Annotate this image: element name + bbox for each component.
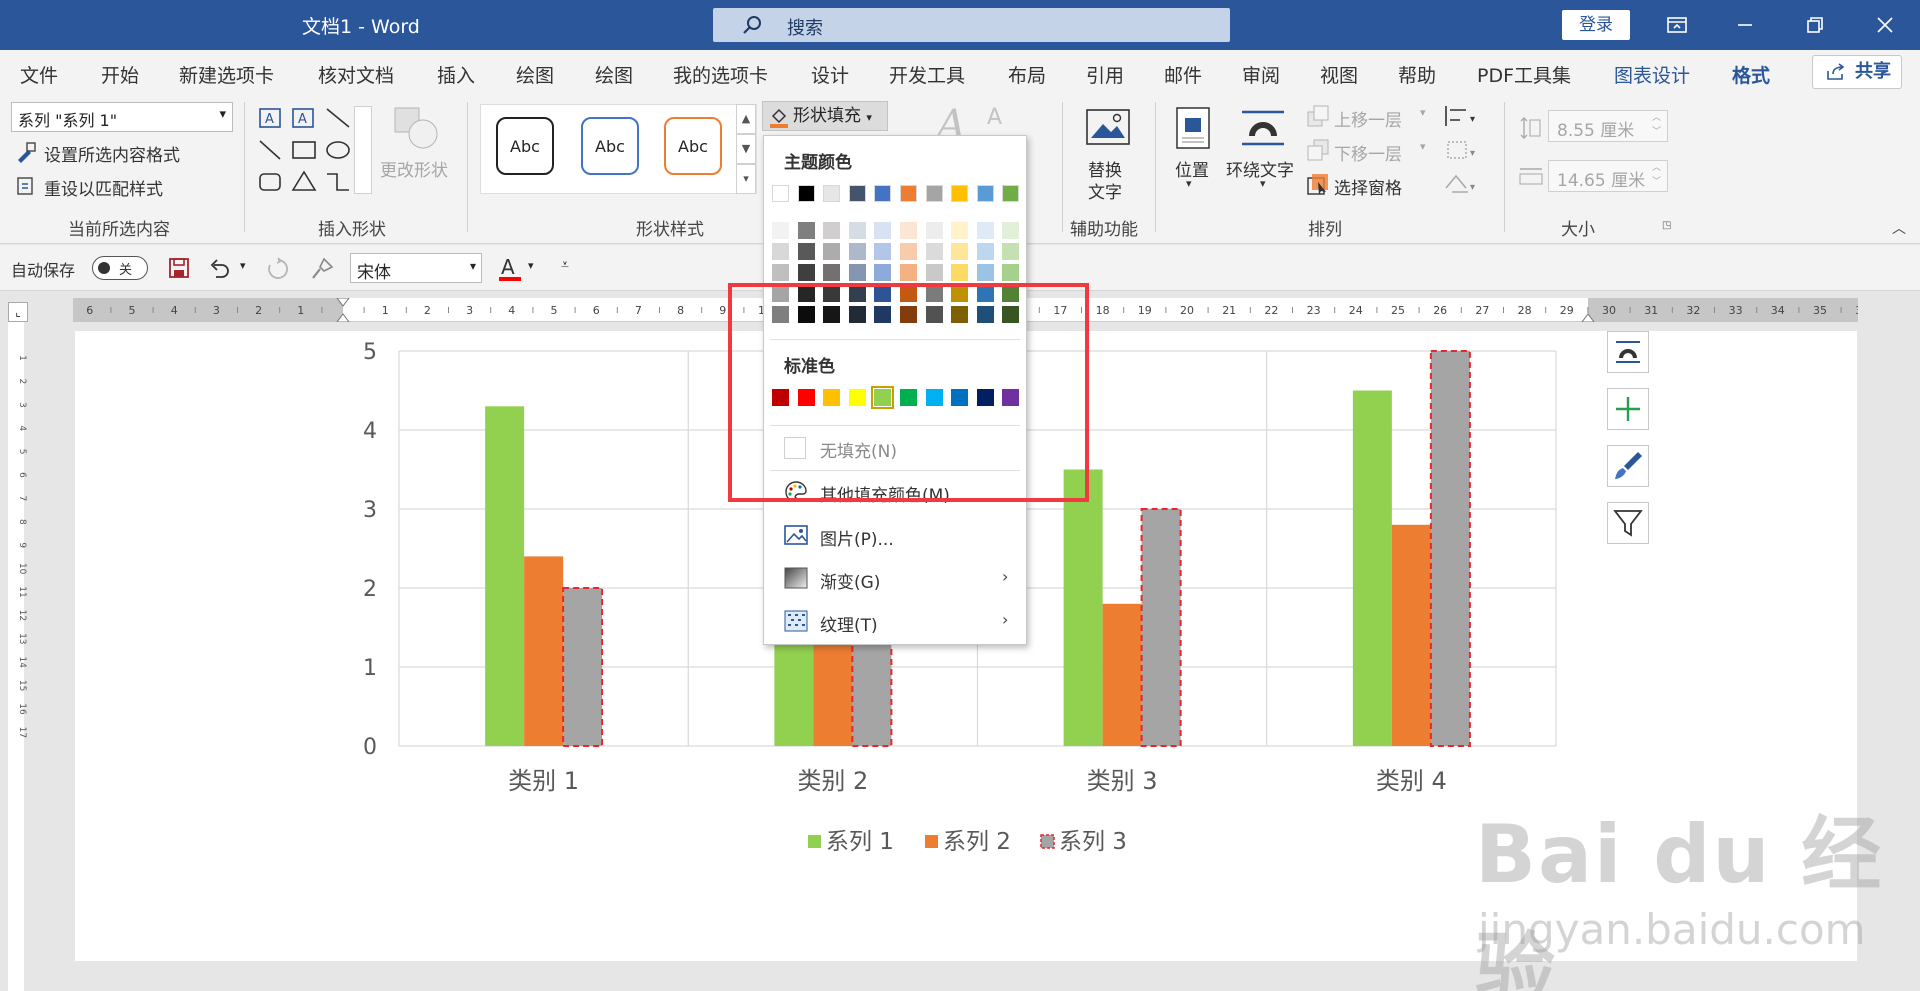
- theme-shade-swatch[interactable]: [951, 243, 969, 260]
- bar-series-1: [1063, 469, 1103, 746]
- theme-color-swatch[interactable]: [1002, 185, 1020, 202]
- theme-shade-swatch[interactable]: [900, 264, 917, 281]
- theme-shade-swatch[interactable]: [772, 264, 789, 281]
- gradient-icon: [784, 567, 808, 589]
- bar-series-3: [1140, 508, 1182, 747]
- annotation-highlight-box: [728, 283, 1089, 502]
- bar-series-3: [1429, 350, 1471, 747]
- y-tick-label: 3: [363, 498, 377, 523]
- theme-shade-swatch[interactable]: [951, 264, 969, 281]
- theme-shade-swatch[interactable]: [976, 264, 994, 281]
- theme-color-swatch[interactable]: [797, 185, 815, 202]
- theme-color-swatch[interactable]: [900, 185, 917, 202]
- theme-shade-swatch[interactable]: [1002, 222, 1020, 239]
- theme-shade-swatch[interactable]: [976, 243, 994, 260]
- texture-menu-item[interactable]: 纹理(T): [820, 611, 878, 636]
- layout-options-button[interactable]: [1607, 331, 1649, 373]
- bar-series-3: [562, 587, 604, 747]
- picture-fill-menu-item[interactable]: 图片(P)...: [820, 525, 894, 550]
- theme-shade-swatch[interactable]: [925, 264, 943, 281]
- theme-shade-swatch[interactable]: [1002, 243, 1020, 260]
- gradient-menu-item[interactable]: 渐变(G): [820, 568, 880, 593]
- theme-shade-swatch[interactable]: [848, 243, 866, 260]
- picture-icon: [784, 525, 808, 545]
- chart-elements-button[interactable]: [1607, 388, 1649, 430]
- chart-filters-button[interactable]: [1607, 502, 1649, 544]
- legend-marker: [1040, 834, 1055, 849]
- watermark-logo: Bai du 经验: [1475, 808, 1884, 991]
- theme-shade-swatch[interactable]: [797, 222, 815, 239]
- texture-icon: [784, 610, 808, 632]
- x-tick-label: 类别 4: [1376, 767, 1447, 795]
- theme-shade-swatch[interactable]: [848, 222, 866, 239]
- x-tick-label: 类别 3: [1087, 767, 1158, 795]
- y-tick-label: 1: [363, 656, 377, 681]
- paintbrush-icon: [1615, 452, 1642, 479]
- theme-color-swatch[interactable]: [772, 185, 789, 202]
- theme-shade-swatch[interactable]: [900, 222, 917, 239]
- theme-shade-swatch[interactable]: [823, 243, 841, 260]
- filter-icon: [1613, 510, 1643, 537]
- theme-shade-swatch[interactable]: [925, 243, 943, 260]
- theme-shade-swatch[interactable]: [797, 264, 815, 281]
- bar-series-2: [524, 556, 564, 746]
- y-tick-label: 4: [363, 419, 377, 444]
- theme-shade-swatch[interactable]: [772, 222, 789, 239]
- layout-options-icon: [1616, 341, 1640, 363]
- theme-shade-swatch[interactable]: [823, 264, 841, 281]
- legend-marker: [925, 835, 938, 848]
- x-tick-label: 类别 2: [797, 767, 868, 795]
- theme-color-swatch[interactable]: [925, 185, 943, 202]
- x-tick-label: 类别 1: [508, 767, 579, 795]
- theme-colors-header: 主题颜色: [784, 153, 852, 173]
- legend-marker: [808, 835, 821, 848]
- theme-color-swatch[interactable]: [848, 185, 866, 202]
- theme-color-swatch[interactable]: [874, 185, 892, 202]
- legend-label: 系列 2: [943, 829, 1011, 855]
- theme-color-swatch[interactable]: [823, 185, 841, 202]
- bar-series-2: [1102, 603, 1142, 746]
- bar-series-2: [1391, 524, 1431, 746]
- y-tick-label: 2: [363, 577, 377, 602]
- legend-label: 系列 1: [826, 829, 894, 855]
- chevron-right-icon: ›: [1002, 567, 1009, 586]
- theme-color-swatch[interactable]: [976, 185, 994, 202]
- y-tick-label: 5: [363, 340, 377, 365]
- theme-shade-swatch[interactable]: [848, 264, 866, 281]
- theme-shade-swatch[interactable]: [925, 222, 943, 239]
- bar-series-1: [1352, 390, 1392, 746]
- theme-shade-swatch[interactable]: [900, 243, 917, 260]
- plus-icon: [1616, 397, 1640, 421]
- theme-shade-swatch[interactable]: [951, 222, 969, 239]
- theme-shade-swatch[interactable]: [976, 222, 994, 239]
- chevron-right-icon: ›: [1002, 610, 1009, 629]
- theme-shade-swatch[interactable]: [797, 243, 815, 260]
- theme-shade-swatch[interactable]: [874, 264, 892, 281]
- watermark-url: jingyan.baidu.com: [1478, 905, 1866, 954]
- chart-styles-button[interactable]: [1607, 445, 1649, 487]
- theme-shade-swatch[interactable]: [823, 222, 841, 239]
- y-tick-label: 0: [363, 735, 377, 760]
- theme-color-swatch[interactable]: [951, 185, 969, 202]
- legend-label: 系列 3: [1059, 829, 1127, 855]
- theme-shade-swatch[interactable]: [874, 243, 892, 260]
- theme-shade-swatch[interactable]: [874, 222, 892, 239]
- theme-shade-swatch[interactable]: [772, 243, 789, 260]
- theme-shade-swatch[interactable]: [1002, 264, 1020, 281]
- bar-series-1: [485, 406, 525, 746]
